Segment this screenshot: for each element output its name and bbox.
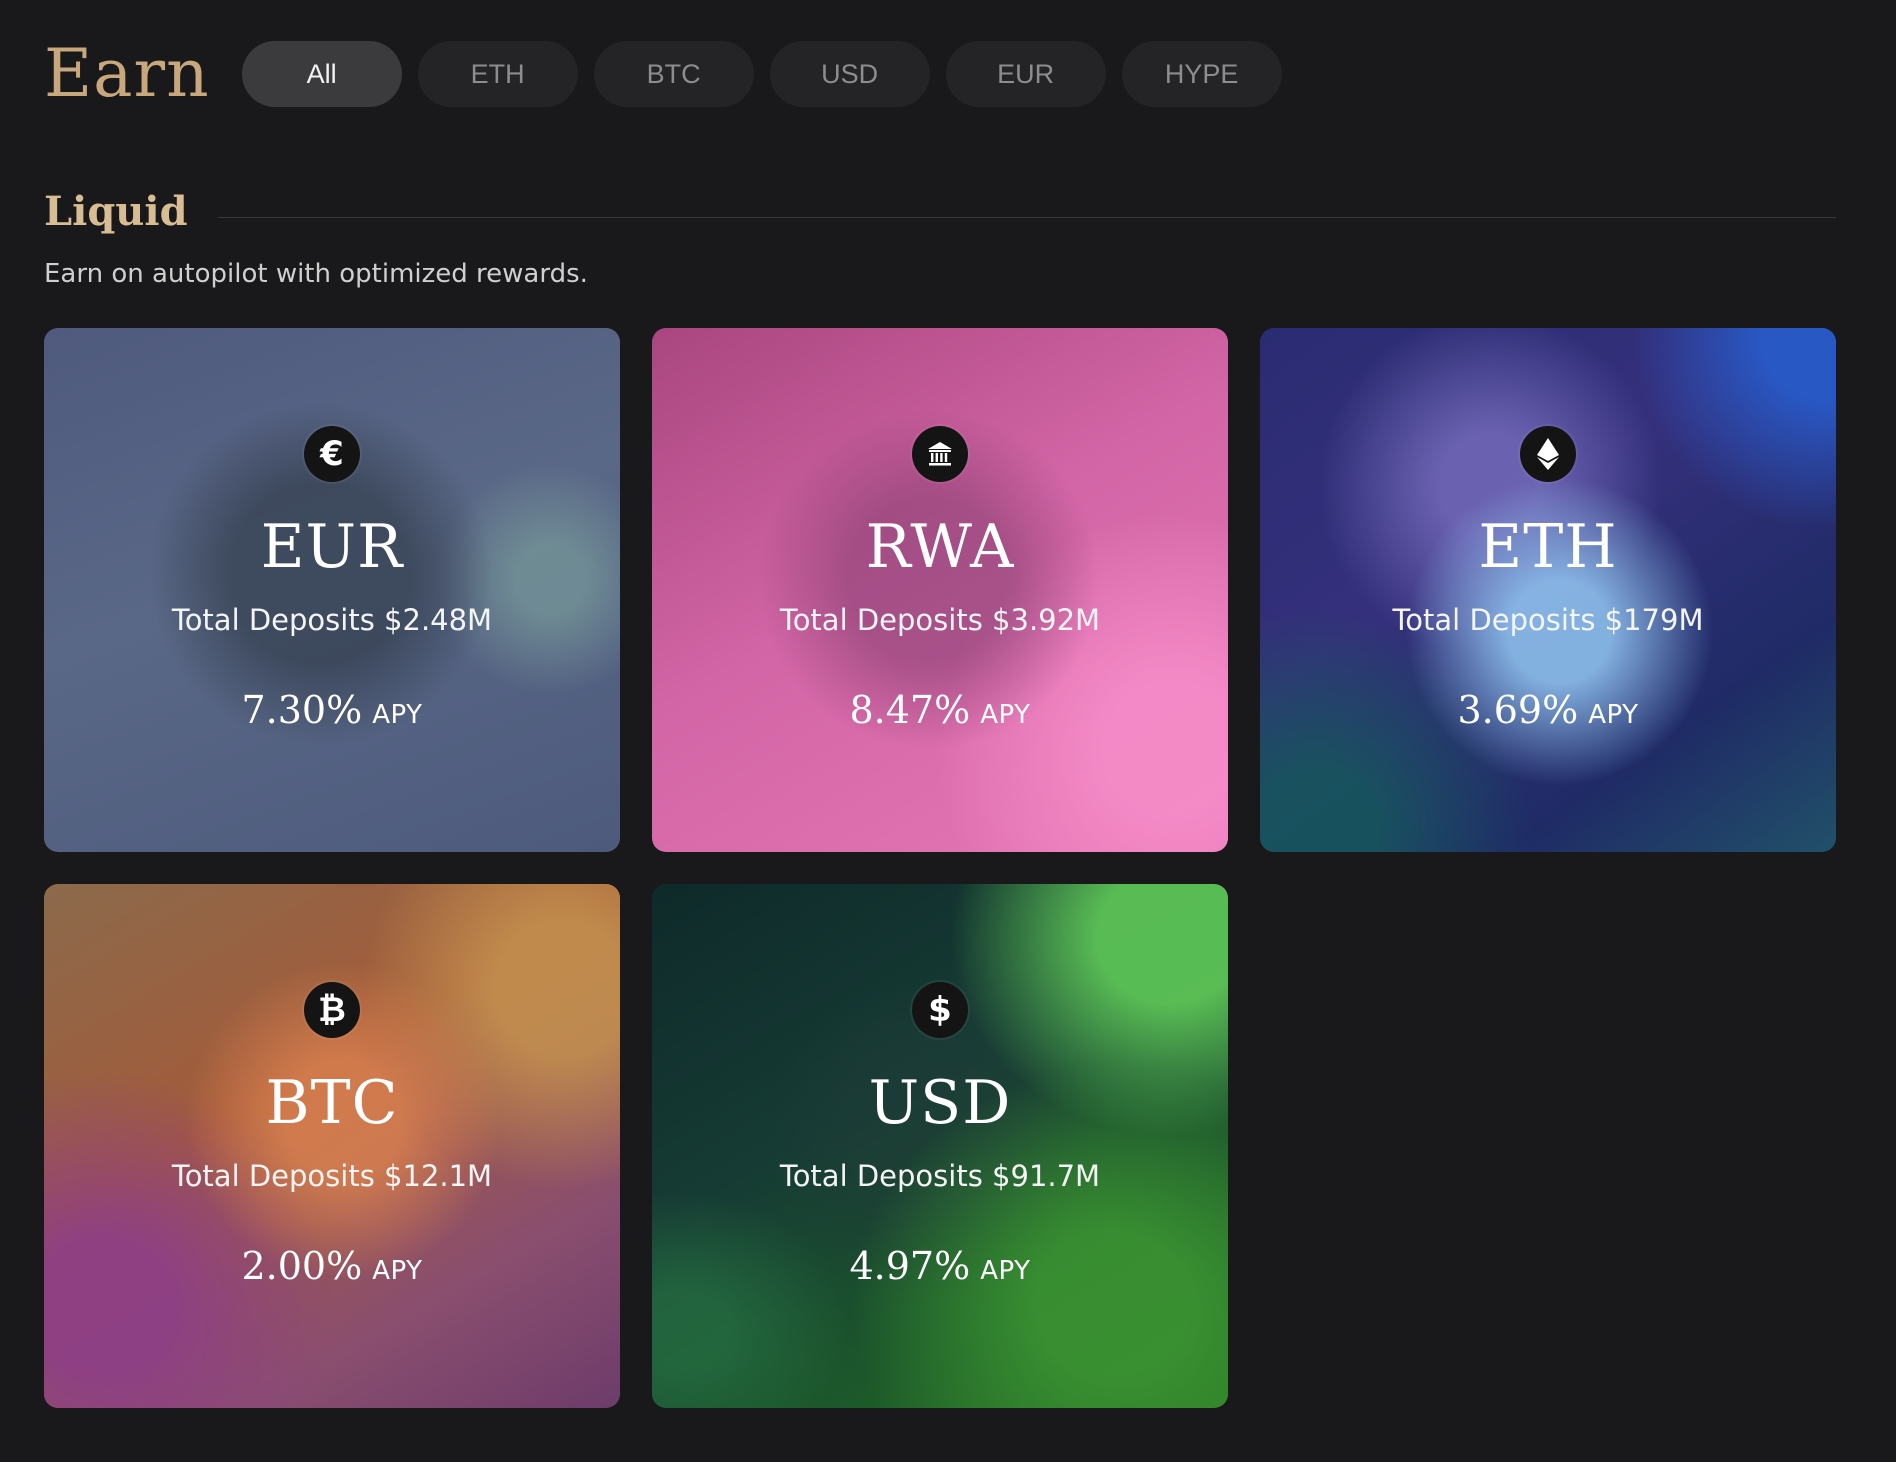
total-deposits: Total Deposits $3.92M xyxy=(779,603,1101,637)
apy-label: APY xyxy=(980,700,1031,730)
apy-row: 3.69% APY xyxy=(1458,688,1639,732)
vault-name: RWA xyxy=(865,512,1015,582)
vault-grid: € EUR Total Deposits $2.48M 7.30% APY RW… xyxy=(44,328,1836,1408)
apy-value: 8.47% xyxy=(849,688,971,732)
total-deposits: Total Deposits $179M xyxy=(1392,603,1704,637)
total-deposits: Total Deposits $2.48M xyxy=(171,603,493,637)
ethereum-icon xyxy=(1520,426,1576,482)
earn-page: Earn All ETH BTC USD EUR HYPE Liquid Ear… xyxy=(0,0,1896,1462)
vault-name: BTC xyxy=(265,1068,399,1138)
tab-eur[interactable]: EUR xyxy=(945,41,1106,107)
vault-card-eth[interactable]: ETH Total Deposits $179M 3.69% APY xyxy=(1260,328,1836,852)
apy-label: APY xyxy=(980,1256,1031,1286)
section-subtitle: Earn on autopilot with optimized rewards… xyxy=(44,259,588,289)
dollar-icon: $ xyxy=(912,982,968,1038)
tab-usd[interactable]: USD xyxy=(769,41,930,107)
tab-btc[interactable]: BTC xyxy=(593,41,754,107)
section-title: Liquid xyxy=(44,188,188,235)
total-deposits: Total Deposits $12.1M xyxy=(171,1159,493,1193)
vault-card-btc[interactable]: ₿ BTC Total Deposits $12.1M 2.00% APY xyxy=(44,884,620,1408)
bitcoin-icon: ₿ xyxy=(304,982,360,1038)
section-divider xyxy=(217,216,1836,218)
apy-row: 4.97% APY xyxy=(850,1244,1031,1288)
apy-value: 7.30% xyxy=(241,688,363,732)
apy-value: 4.97% xyxy=(849,1244,971,1288)
apy-value: 3.69% xyxy=(1457,688,1579,732)
tab-eth[interactable]: ETH xyxy=(417,41,578,107)
bank-icon xyxy=(912,426,968,482)
apy-label: APY xyxy=(372,700,423,730)
vault-card-usd[interactable]: $ USD Total Deposits $91.7M 4.97% APY xyxy=(652,884,1228,1408)
page-title: Earn xyxy=(44,35,210,112)
vault-name: USD xyxy=(868,1068,1012,1138)
euro-icon: € xyxy=(304,426,360,482)
total-deposits: Total Deposits $91.7M xyxy=(779,1159,1101,1193)
apy-value: 2.00% xyxy=(241,1244,363,1288)
apy-row: 8.47% APY xyxy=(850,688,1031,732)
vault-name: ETH xyxy=(1478,512,1618,582)
page-header: Earn All ETH BTC USD EUR HYPE xyxy=(44,34,1282,114)
apy-row: 2.00% APY xyxy=(242,1244,423,1288)
apy-label: APY xyxy=(372,1256,423,1286)
tab-hype[interactable]: HYPE xyxy=(1121,41,1282,107)
filter-tabs: All ETH BTC USD EUR HYPE xyxy=(241,41,1282,107)
section-header: Liquid xyxy=(44,180,1836,244)
apy-label: APY xyxy=(1588,700,1639,730)
apy-row: 7.30% APY xyxy=(242,688,423,732)
tab-all[interactable]: All xyxy=(241,41,402,107)
vault-name: EUR xyxy=(260,512,404,582)
vault-card-eur[interactable]: € EUR Total Deposits $2.48M 7.30% APY xyxy=(44,328,620,852)
vault-card-rwa[interactable]: RWA Total Deposits $3.92M 8.47% APY xyxy=(652,328,1228,852)
